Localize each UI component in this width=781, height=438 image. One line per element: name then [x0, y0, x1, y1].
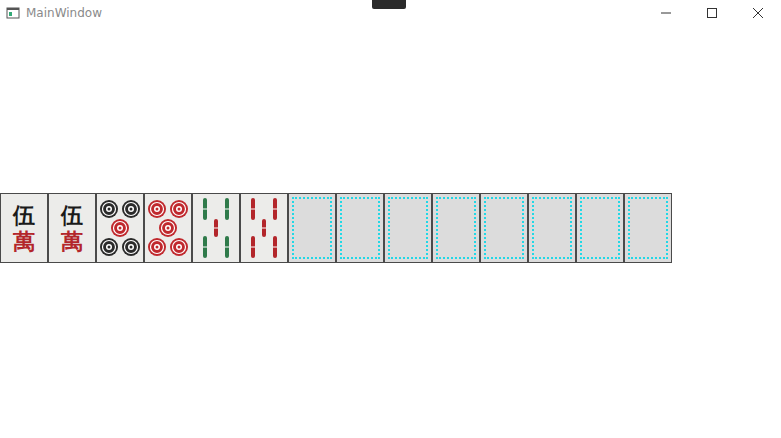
pin-tile[interactable] — [144, 193, 192, 263]
maximize-button[interactable] — [689, 0, 735, 26]
main-window: MainWindow 伍 萬伍 萬 — [0, 0, 781, 438]
circles-icon — [97, 194, 143, 262]
empty-slot[interactable] — [528, 193, 576, 263]
bamboo-icon — [193, 194, 239, 262]
pin-tile[interactable] — [96, 193, 144, 263]
bamboo-icon — [241, 194, 287, 262]
sou-tile[interactable] — [240, 193, 288, 263]
empty-slot[interactable] — [624, 193, 672, 263]
tile-suit: 萬 — [13, 228, 35, 254]
minimize-button[interactable] — [643, 0, 689, 26]
circles-icon — [145, 194, 191, 262]
client-area: 伍 萬伍 萬 — [0, 26, 781, 438]
empty-slot[interactable] — [336, 193, 384, 263]
maximize-icon — [707, 8, 717, 18]
tile-suit: 萬 — [61, 228, 83, 254]
empty-slot[interactable] — [288, 193, 336, 263]
close-button[interactable] — [735, 0, 781, 26]
empty-slot[interactable] — [384, 193, 432, 263]
empty-slot[interactable] — [576, 193, 624, 263]
minimize-icon — [661, 8, 671, 18]
window-title: MainWindow — [26, 6, 102, 20]
tile-hand: 伍 萬伍 萬 — [0, 193, 672, 263]
sou-tile[interactable] — [192, 193, 240, 263]
debug-toolbar-handle[interactable] — [372, 0, 406, 9]
tile-number: 伍 — [13, 202, 35, 228]
empty-slot[interactable] — [432, 193, 480, 263]
empty-slot[interactable] — [480, 193, 528, 263]
man-tile[interactable]: 伍 萬 — [48, 193, 96, 263]
window-icon — [6, 6, 20, 20]
man-tile[interactable]: 伍 萬 — [0, 193, 48, 263]
tile-number: 伍 — [61, 202, 83, 228]
close-icon — [752, 7, 764, 19]
